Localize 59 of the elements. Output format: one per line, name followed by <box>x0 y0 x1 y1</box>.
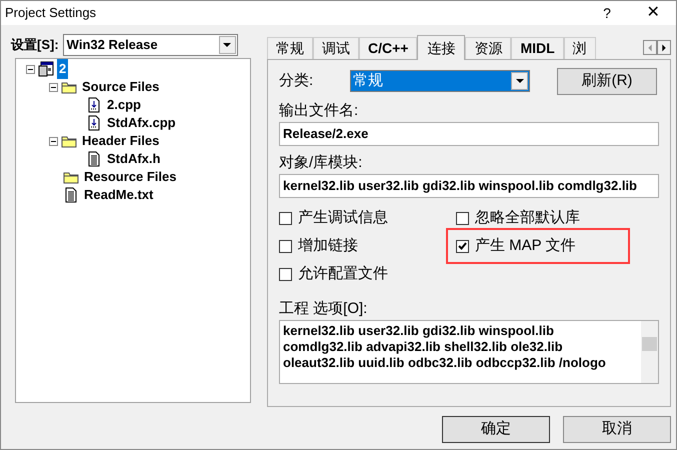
checkbox-label: 增加链接 <box>298 236 358 256</box>
dropdown-button[interactable] <box>218 36 236 54</box>
tree-item[interactable]: StdAfx.cpp <box>105 113 178 133</box>
checkbox[interactable] <box>279 268 292 280</box>
project-options-label: 工程 选项[O]: <box>279 299 368 318</box>
settings-dropdown[interactable]: Win32 Release <box>62 34 238 56</box>
caret-icon <box>516 78 524 84</box>
category-label: 分类: <box>279 70 314 91</box>
checkbox-label: 产生 MAP 文件 <box>475 236 576 256</box>
tree-item[interactable]: 2.cpp <box>105 95 143 115</box>
checkbox-label: 忽略全部默认库 <box>475 208 580 228</box>
project-options-field[interactable]: kernel32.lib user32.lib gdi32.lib winspool.lib comdlg32.lib advapi32.lib shell32.lib ole32.lib oleaut32.lib uuid.lib odbc32.lib odbccp32.lib /nologo <box>279 320 659 384</box>
scrollbar-thumb[interactable] <box>642 337 657 351</box>
checkbox[interactable] <box>456 212 469 224</box>
collapse-icon[interactable] <box>26 64 35 74</box>
checkbox[interactable] <box>279 212 292 224</box>
modules-label: 对象/库模块: <box>279 153 364 172</box>
window-title: Project Settings <box>5 4 98 22</box>
refresh-button[interactable]: 刷新(R) <box>557 68 657 94</box>
checkbox[interactable] <box>279 240 292 252</box>
document-icon <box>86 151 102 167</box>
tab[interactable]: 常规 <box>267 37 313 59</box>
ok-button[interactable]: 确定 <box>442 416 550 443</box>
document-icon <box>86 97 102 113</box>
cancel-button[interactable]: 取消 <box>563 416 671 443</box>
output-filename-field[interactable]: Release/2.exe <box>279 122 659 146</box>
options-line: comdlg32.lib advapi32.lib shell32.lib ole32.lib <box>283 339 564 355</box>
close-button[interactable]: ✕ <box>630 1 676 25</box>
document-icon <box>86 115 102 131</box>
output-filename-label: 输出文件名: <box>279 101 360 120</box>
document-icon <box>63 187 79 203</box>
tab[interactable]: 浏 <box>564 37 596 59</box>
settings-label: 设置[S]: <box>11 36 59 54</box>
tree-item[interactable]: ReadMe.txt <box>82 185 156 205</box>
tree-item[interactable]: Resource Files <box>82 167 178 187</box>
checkbox-label: 允许配置文件 <box>298 264 388 284</box>
caret-icon <box>223 42 232 48</box>
tab[interactable]: 连接 <box>417 35 466 60</box>
checkbox-label: 产生调试信息 <box>298 208 388 228</box>
tree-item[interactable]: Header Files <box>80 131 162 151</box>
tab[interactable]: C/C++ <box>359 37 418 59</box>
tab[interactable]: 调试 <box>313 37 359 59</box>
collapse-icon[interactable] <box>49 82 58 92</box>
tree-item[interactable]: 2 <box>57 59 68 79</box>
tab[interactable]: 资源 <box>465 37 512 59</box>
tree-item[interactable]: Source Files <box>80 77 162 97</box>
category-dropdown[interactable]: 常规 <box>350 70 530 92</box>
collapse-icon[interactable] <box>49 136 58 146</box>
checkbox[interactable] <box>456 240 469 252</box>
options-line: kernel32.lib user32.lib gdi32.lib winspool.lib <box>283 323 555 339</box>
tree-item[interactable]: StdAfx.h <box>105 149 162 169</box>
scroll-right-button[interactable] <box>657 40 671 55</box>
options-line: oleaut32.lib uuid.lib odbc32.lib odbccp32.lib /nologo <box>283 355 607 371</box>
dropdown-button[interactable] <box>511 72 528 90</box>
scrollbar[interactable] <box>641 321 658 383</box>
tab[interactable]: MIDL <box>511 37 564 59</box>
project-icon <box>38 61 54 77</box>
help-button[interactable]: ? <box>584 1 630 25</box>
modules-field[interactable]: kernel32.lib user32.lib gdi32.lib winspool.lib comdlg32.lib <box>279 174 659 198</box>
